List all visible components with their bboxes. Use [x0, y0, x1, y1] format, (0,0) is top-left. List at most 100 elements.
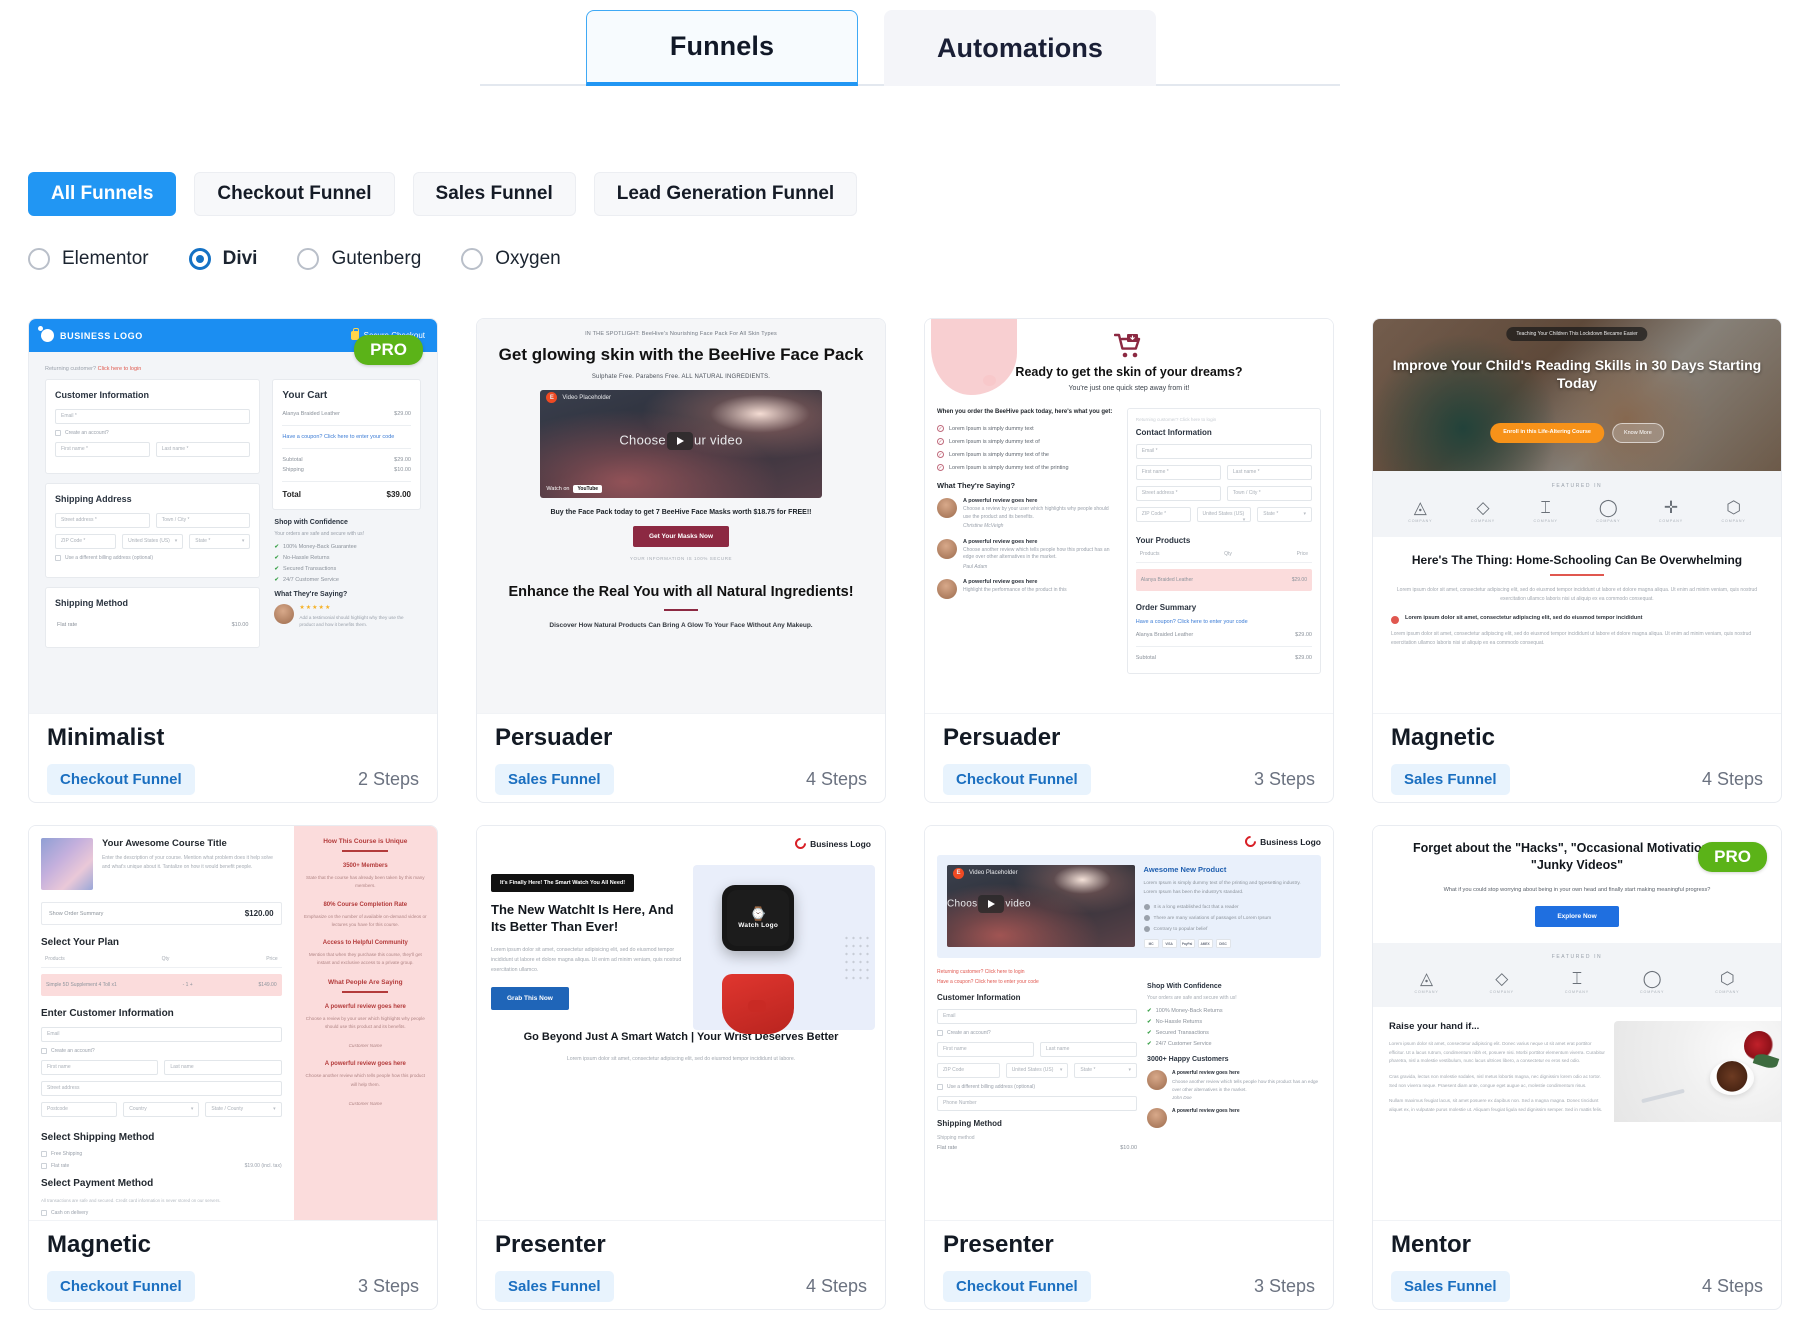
preview-billing-checkbox: Use a different billing address (optiona…	[55, 555, 250, 561]
template-preview: BUSINESS LOGO Secure Checkout Returning …	[29, 319, 437, 714]
preview-headline-2: Raise your hand if...	[1389, 1020, 1480, 1032]
template-card-minimalist[interactable]: PRO BUSINESS LOGO Secure Checkout	[28, 318, 438, 803]
funnel-type-filters: All Funnels Checkout Funnel Sales Funnel…	[28, 172, 858, 216]
filter-lead-generation-funnel[interactable]: Lead Generation Funnel	[593, 172, 858, 216]
preview-select-payment: Select Payment Method	[41, 1178, 154, 1189]
preview-eyebrow: IN THE SPOTLIGHT: BeeHive's Nourishing F…	[585, 331, 777, 337]
preview-last-name-field: Last name *	[155, 442, 251, 457]
preview-street-field: Street address	[41, 1081, 282, 1096]
preview-body-2: Lorem ipsum dolor sit amet, consectetur …	[566, 1056, 796, 1063]
radio-elementor[interactable]: Elementor	[28, 248, 149, 270]
preview-subhead: You're just one quick step away from it!	[1068, 385, 1190, 392]
filter-sales-funnel[interactable]: Sales Funnel	[412, 172, 576, 216]
preview-first-name-field: First name	[937, 1042, 1035, 1058]
tab-funnels[interactable]: Funnels	[586, 10, 858, 86]
youtube-icon: YouTube	[573, 484, 603, 493]
template-preview: Your Awesome Course Title Enter the desc…	[29, 826, 437, 1221]
preview-street-field: Street address *	[55, 513, 150, 528]
steps-count: 4 Steps	[805, 769, 867, 790]
status-badge: Checkout Funnel	[943, 1271, 1091, 1303]
preview-first-name-field: First name	[41, 1060, 159, 1075]
check-icon: ✔	[274, 555, 280, 561]
template-card-presenter-sales[interactable]: Business Logo It's Finally Here! The Sma…	[476, 825, 886, 1310]
preview-body: Lorem ipsum dolor sit amet, consectetur …	[1396, 587, 1758, 602]
steps-count: 3 Steps	[1253, 1276, 1315, 1297]
check-circle-icon: ✓	[937, 464, 944, 471]
template-card-magnetic-checkout[interactable]: Your Awesome Course Title Enter the desc…	[28, 825, 438, 1310]
check-icon: ✔	[1147, 1019, 1152, 1026]
video-brand-icon: E	[953, 867, 964, 879]
logo-mark-icon	[1242, 833, 1259, 850]
pro-badge: PRO	[1698, 842, 1767, 872]
preview-featured-section: FEATURED IN ◬ COMPANY ◇ COMPANY ⌶ COMPANY ◯…	[1373, 942, 1781, 1007]
check-icon: ✔	[274, 544, 280, 550]
card-title: Minimalist	[47, 724, 165, 752]
card-title: Mentor	[1391, 1231, 1471, 1259]
preview-testimonial-title: What They're Saying?	[937, 481, 1016, 490]
check-circle-icon: ✓	[937, 425, 944, 432]
preview-plan-row: Simple 5D Supplement 4 Toll x1- 1 + $149.…	[41, 974, 282, 996]
pen-decoration	[1640, 1088, 1685, 1103]
preview-headline: The New WatchIt Is Here, And Its Better …	[491, 902, 674, 934]
steps-count: 4 Steps	[805, 1276, 867, 1297]
preview-video-cta: Choose ur video	[540, 432, 821, 451]
tab-automations[interactable]: Automations	[884, 10, 1156, 86]
preview-customer-info-panel: Customer Information Email * Create an a…	[45, 379, 261, 474]
radio-divi[interactable]: Divi	[188, 248, 257, 270]
template-card-mentor[interactable]: PRO Forget about the "Hacks", "Occasiona…	[1372, 825, 1782, 1310]
preview-subhead-2: Discover How Natural Products Can Bring …	[549, 621, 813, 629]
preview-state-select: State *	[189, 534, 251, 549]
filter-checkout-funnel[interactable]: Checkout Funnel	[194, 172, 395, 216]
preview-video-cta: Choos video	[947, 895, 1135, 914]
preview-headline: Improve Your Child's Reading Skills in 3…	[1392, 357, 1762, 391]
preview-returning-link: Returning customer? Click here to login	[937, 969, 1025, 976]
tab-list: Funnels Automations	[586, 10, 1156, 86]
preview-postcode-field: Postcode	[41, 1102, 118, 1117]
template-card-persuader-checkout[interactable]: Ready to get the skin of your dreams? Yo…	[924, 318, 1334, 803]
preview-right-title: How This Course is Unique	[323, 838, 408, 845]
avatar	[937, 538, 957, 559]
preview-shipping-address-panel: Shipping Address Street address * Town /…	[45, 483, 261, 578]
preview-state-select: State / County	[205, 1102, 282, 1117]
card-title: Magnetic	[1391, 724, 1496, 752]
preview-product-title: Awesome New Product	[1143, 865, 1227, 874]
preview-select-shipping: Select Shipping Method	[41, 1132, 155, 1143]
preview-country-select: United States (US)	[122, 534, 184, 549]
preview-happy-customers: 3000+ Happy Customers	[1147, 1056, 1229, 1064]
template-card-persuader-sales[interactable]: IN THE SPOTLIGHT: BeeHive's Nourishing F…	[476, 318, 886, 803]
preview-logo: Business Logo	[491, 835, 871, 852]
play-icon	[666, 432, 693, 451]
preview-country-select: United States (US)	[1196, 507, 1252, 522]
status-badge: Sales Funnel	[495, 764, 614, 796]
preview-secondary-button: Know More	[1611, 423, 1664, 443]
template-preview: Forget about the "Hacks", "Occasional Mo…	[1373, 826, 1781, 1221]
brand-logo-icon: ◯ COMPANY	[1596, 498, 1621, 523]
template-preview: Teaching Your Children This Lockdown Bec…	[1373, 319, 1781, 714]
template-card-magnetic-sales[interactable]: Teaching Your Children This Lockdown Bec…	[1372, 318, 1782, 803]
card-title: Magnetic	[47, 1231, 152, 1259]
preview-logo: Business Logo	[937, 833, 1321, 850]
watch-face-icon: ⌚	[750, 906, 767, 922]
template-card-presenter-checkout[interactable]: Business Logo E Video Placeholder Choos v…	[924, 825, 1334, 1310]
radio-oxygen[interactable]: Oxygen	[461, 248, 561, 270]
radio-label-oxygen: Oxygen	[495, 248, 561, 269]
preview-product-row: Alanya Braided Leather $29.00	[1135, 569, 1312, 591]
preview-state-select: State *	[1257, 507, 1313, 522]
radio-label-elementor: Elementor	[62, 248, 149, 269]
rating-stars-icon: ★★★★★	[299, 605, 332, 611]
preview-lead: When you order the BeeHive pack today, h…	[937, 409, 1113, 415]
preview-zip-field: ZIP Code	[937, 1063, 1000, 1079]
preview-headline-2: Enhance the Real You with all Natural In…	[508, 583, 854, 600]
check-icon: ✔	[274, 566, 280, 572]
brand-logo-icon: ✛ COMPANY	[1658, 498, 1684, 523]
preview-subhead: What if you could stop worrying about be…	[1443, 886, 1711, 893]
brand-logo-icon: ◇ COMPANY	[1489, 968, 1514, 994]
radio-gutenberg[interactable]: Gutenberg	[297, 248, 421, 270]
preview-headline: Get glowing skin with the BeeHive Face P…	[498, 345, 864, 364]
preview-first-name-field: First name *	[1135, 465, 1221, 480]
template-preview: Ready to get the skin of your dreams? Yo…	[925, 319, 1333, 714]
filter-all-funnels[interactable]: All Funnels	[28, 172, 177, 216]
preview-review: A powerful review goes here Choose anoth…	[937, 538, 1117, 572]
pro-badge: PRO	[354, 335, 423, 365]
preview-coupon-link: Have a coupon? Click here to enter your …	[282, 434, 395, 440]
